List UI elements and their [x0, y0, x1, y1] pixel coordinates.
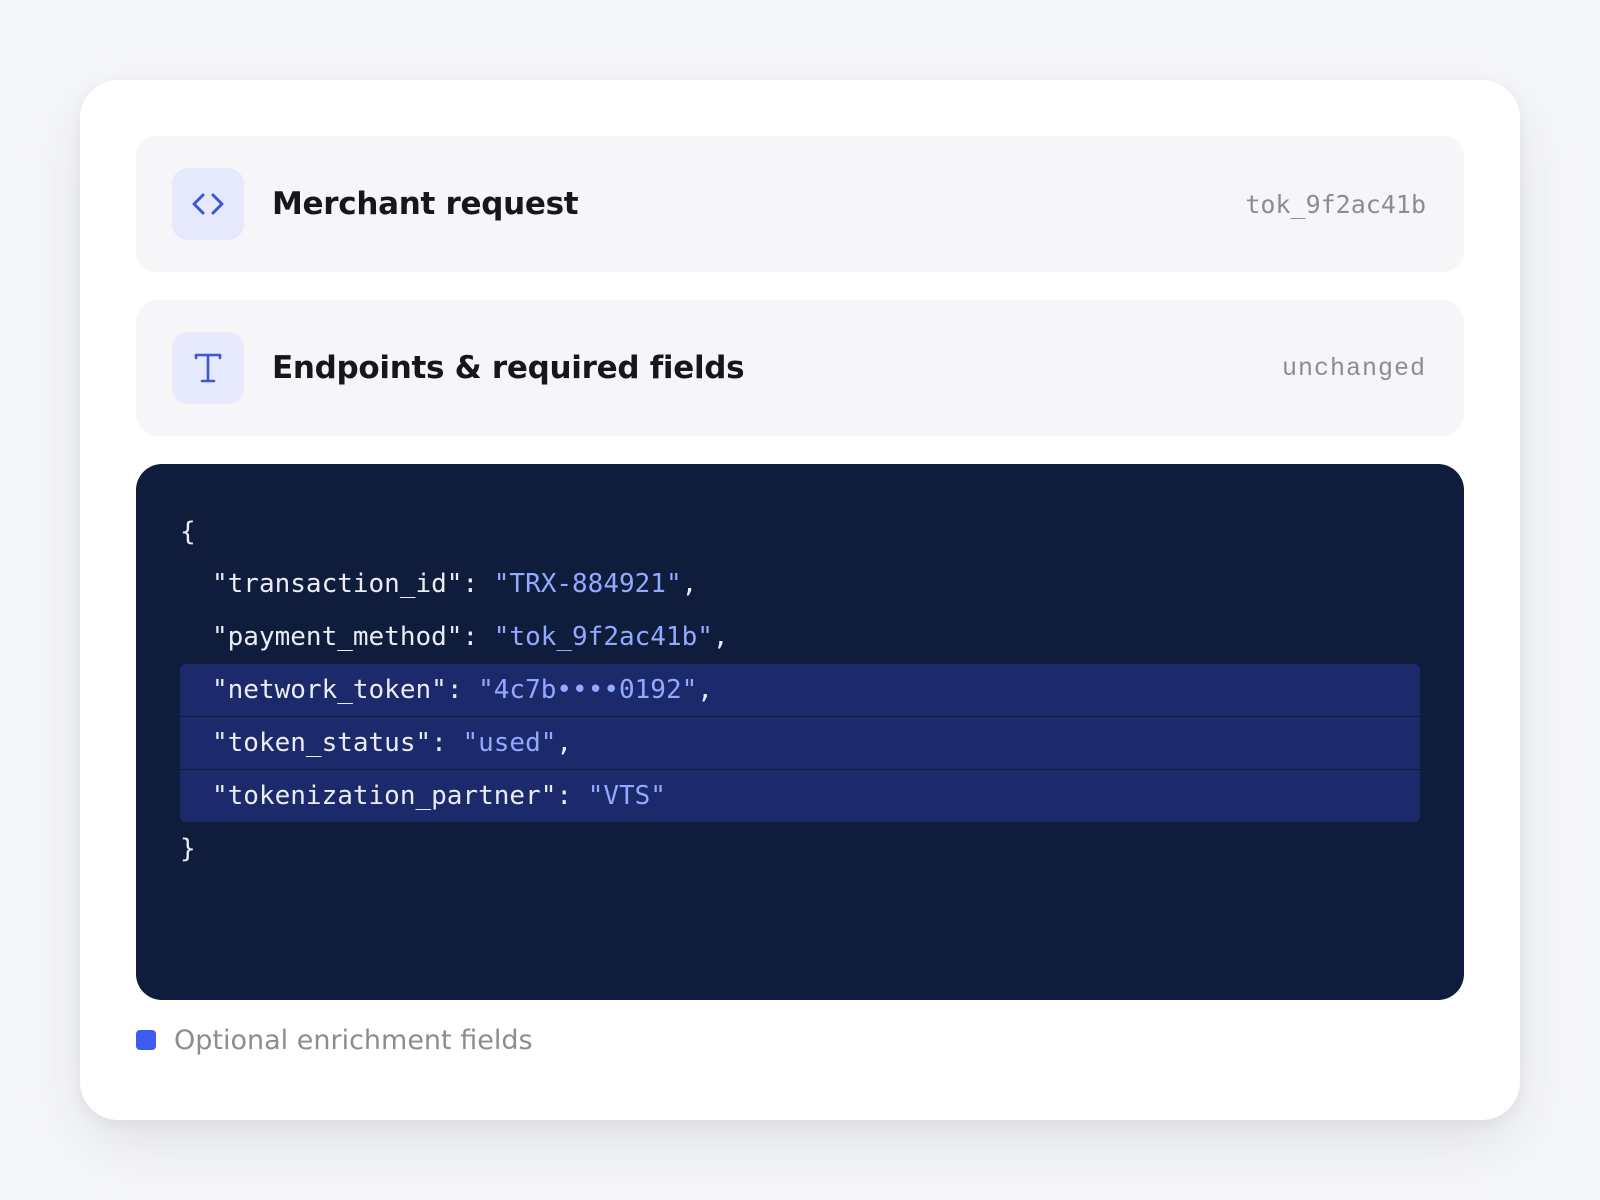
code-line-highlighted: "token_status": "used", — [180, 717, 1420, 769]
code-key: "tokenization_partner" — [212, 781, 557, 811]
code-line-highlighted: "network_token": "4c7b••••0192", — [180, 664, 1420, 716]
endpoints-row[interactable]: Endpoints & required fields unchanged — [136, 300, 1464, 436]
panel-title: Endpoints & required fields — [272, 350, 745, 386]
merchant-request-row[interactable]: Merchant request tok_9f2ac41b — [136, 136, 1464, 272]
text-type-icon — [172, 332, 244, 404]
request-card: Merchant request tok_9f2ac41b Endpoints … — [80, 80, 1520, 1120]
code-close-brace: } — [180, 834, 196, 864]
code-line: "transaction_id": "TRX-884921", — [180, 558, 1420, 610]
code-value: "used" — [462, 728, 557, 758]
legend-label: Optional enrichment fields — [174, 1024, 533, 1056]
code-line: "payment_method": "tok_9f2ac41b", — [180, 611, 1420, 663]
legend: Optional enrichment fields — [136, 1020, 533, 1060]
code-brackets-icon — [172, 168, 244, 240]
code-key: "payment_method" — [212, 622, 463, 652]
code-open-brace: { — [180, 517, 196, 547]
code-value: "tok_9f2ac41b" — [493, 622, 713, 652]
legend-swatch — [136, 1030, 156, 1050]
status-label: unchanged — [1281, 353, 1426, 383]
json-code-block: { "transaction_id": "TRX-884921", "payme… — [136, 464, 1464, 1000]
code-key: "network_token" — [212, 675, 447, 705]
code-line-highlighted: "tokenization_partner": "VTS" — [180, 770, 1420, 822]
panel-title: Merchant request — [272, 186, 579, 222]
code-key: "transaction_id" — [212, 569, 463, 599]
code-key: "token_status" — [212, 728, 432, 758]
code-value: "4c7b••••0192" — [478, 675, 698, 705]
code-value: "VTS" — [587, 781, 666, 811]
code-value: "TRX-884921" — [493, 569, 682, 599]
token-id: tok_9f2ac41b — [1245, 189, 1426, 219]
